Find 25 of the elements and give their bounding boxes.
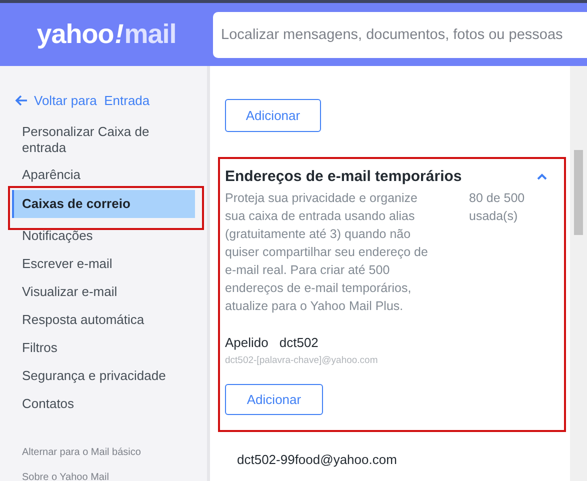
- sidebar-item[interactable]: Aparência: [0, 162, 195, 190]
- sidebar-item[interactable]: Resposta automática: [0, 307, 195, 335]
- search-field[interactable]: Localizar mensagens, documentos, fotos ou pessoas: [213, 12, 587, 58]
- scrollbar[interactable]: [570, 66, 587, 481]
- footer-link[interactable]: Sobre o Yahoo Mail: [0, 472, 207, 481]
- sidebar-item[interactable]: Escrever e-mail: [0, 251, 195, 279]
- sidebar-item[interactable]: Segurança e privacidade: [0, 363, 195, 391]
- sidebar-item[interactable]: Notificações: [0, 223, 195, 251]
- add-button[interactable]: Adicionar: [225, 99, 321, 132]
- sidebar-item[interactable]: Personalizar Caixa de entrada: [0, 124, 195, 162]
- add-button[interactable]: Adicionar: [225, 384, 323, 415]
- sidebar-item[interactable]: Contatos: [0, 391, 195, 419]
- usage-count: 80 de 500 usada(s): [469, 190, 526, 225]
- footer-link[interactable]: Alternar para o Mail básico: [0, 447, 207, 458]
- chevron-up-icon[interactable]: [537, 173, 547, 180]
- nickname-label: Apelido: [225, 335, 268, 350]
- sidebar-item[interactable]: Filtros: [0, 335, 195, 363]
- email-address: dct502-99food@yahoo.com: [237, 452, 398, 467]
- section-description: Proteja sua privacidade e organize sua caixa de entrada usando alias (gratuitamente até 3) quando não quiser compartilhar seu endereço de e-mail real. Para criar até 500 endereços de e-mail temporários, atualize para o Yahoo Mail Plus.: [225, 190, 429, 315]
- address-pattern: dct502-[palavra-chave]@yahoo.com: [225, 355, 379, 366]
- section-title: Endereços de e-mail temporários: [225, 168, 462, 185]
- back-arrow-icon: [15, 95, 28, 106]
- nickname-value: dct502: [279, 335, 318, 350]
- sidebar-item[interactable]: Visualizar e-mail: [0, 279, 195, 307]
- sidebar-item[interactable]: Caixas de correio: [12, 190, 195, 218]
